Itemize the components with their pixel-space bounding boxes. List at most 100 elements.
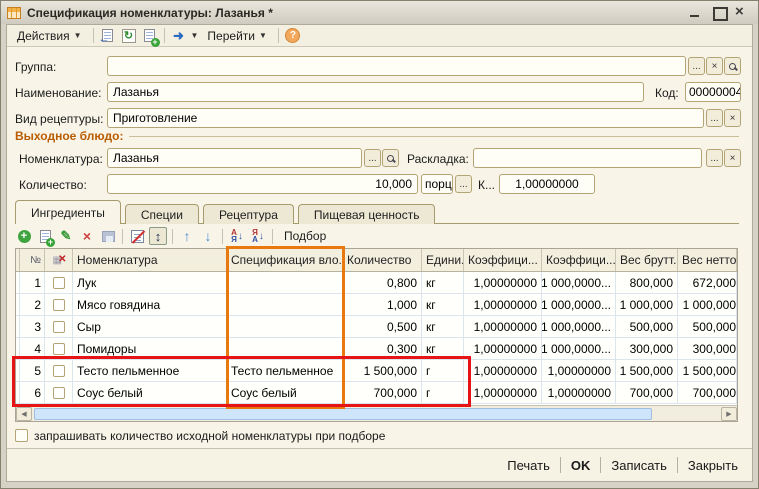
delete-row-icon[interactable]: × (78, 227, 96, 245)
nomenclature-field[interactable]: Лазанья (107, 148, 362, 168)
chevron-down-icon[interactable]: ▼ (191, 31, 199, 40)
coefficient2-cell[interactable]: 1,00000000 (542, 360, 616, 381)
nomenclature-cell[interactable]: Сыр (73, 316, 227, 337)
coefficient-field[interactable]: 1,00000000 (499, 174, 595, 194)
nomenclature-ellipsis-button[interactable]: ... (364, 149, 381, 167)
row-checkbox[interactable] (53, 277, 65, 289)
gross-weight-cell[interactable]: 300,000 (616, 338, 678, 359)
unit-cell[interactable]: кг (422, 338, 464, 359)
header-unit[interactable]: Едини... (422, 249, 464, 271)
group-clear-button[interactable]: × (706, 57, 723, 75)
row-flag-cell[interactable] (45, 360, 73, 381)
table-row[interactable]: 4Помидоры0,300кг1,000000001 000,0000...3… (16, 338, 737, 360)
group-field[interactable] (107, 56, 686, 76)
scroll-left-icon[interactable]: ◀ (16, 407, 32, 421)
maximize-icon[interactable] (712, 7, 725, 18)
table-row[interactable]: 3Сыр0,500кг1,000000001 000,0000...500,00… (16, 316, 737, 338)
row-flag-cell[interactable] (45, 382, 73, 403)
horizontal-scrollbar[interactable]: ◀ ▶ (16, 405, 737, 421)
quantity-cell[interactable]: 0,300 (343, 338, 422, 359)
close-button[interactable]: Закрыть (678, 458, 748, 473)
header-row-number[interactable]: № (20, 249, 45, 271)
unit-cell[interactable]: кг (422, 272, 464, 293)
recipe-type-field[interactable]: Приготовление (107, 108, 704, 128)
goto-link-icon[interactable]: ➜ (170, 27, 188, 45)
table-row[interactable]: 2Мясо говядина1,000кг1,000000001 000,000… (16, 294, 737, 316)
nomenclature-cell[interactable]: Соус белый (73, 382, 227, 403)
tab-Рецептура[interactable]: Рецептура (203, 204, 294, 224)
coefficient1-cell[interactable]: 1,00000000 (464, 360, 542, 381)
table-row[interactable]: 6Соус белыйСоус белый700,000г1,000000001… (16, 382, 737, 404)
coefficient1-cell[interactable]: 1,00000000 (464, 294, 542, 315)
coefficient1-cell[interactable]: 1,00000000 (464, 316, 542, 337)
coefficient2-cell[interactable]: 1 000,0000... (542, 272, 616, 293)
net-weight-cell[interactable]: 300,000 (678, 338, 737, 359)
layout-field[interactable] (473, 148, 702, 168)
quantity-cell[interactable]: 0,800 (343, 272, 422, 293)
coefficient1-cell[interactable]: 1,00000000 (464, 272, 542, 293)
net-weight-cell[interactable]: 500,000 (678, 316, 737, 337)
nomenclature-cell[interactable]: Лук (73, 272, 227, 293)
ok-button[interactable]: OK (561, 458, 601, 473)
table-row[interactable]: 5Тесто пельменноеТесто пельменное1 500,0… (16, 360, 737, 382)
nomenclature-cell[interactable]: Тесто пельменное (73, 360, 227, 381)
unit-cell[interactable]: г (422, 360, 464, 381)
row-flag-cell[interactable] (45, 272, 73, 293)
row-checkbox[interactable] (53, 299, 65, 311)
header-nomenclature[interactable]: Номенклатура (73, 249, 227, 271)
recipe-type-clear-button[interactable]: × (724, 109, 741, 127)
cancel-filter-icon[interactable] (128, 227, 146, 245)
group-search-button[interactable] (724, 57, 741, 75)
pick-button[interactable]: Подбор (278, 227, 332, 245)
close-icon[interactable]: × (735, 7, 748, 18)
row-number-cell[interactable]: 2 (20, 294, 45, 315)
net-weight-cell[interactable]: 1 500,000 (678, 360, 737, 381)
quantity-cell[interactable]: 1,000 (343, 294, 422, 315)
recipe-type-ellipsis-button[interactable]: ... (706, 109, 723, 127)
row-number-cell[interactable]: 3 (20, 316, 45, 337)
row-number-cell[interactable]: 5 (20, 360, 45, 381)
goto-button[interactable]: Перейти▼ (201, 27, 272, 45)
specification-cell[interactable]: Соус белый (227, 382, 343, 403)
tab-Пищевая ценность[interactable]: Пищевая ценность (298, 204, 436, 224)
specification-cell[interactable] (227, 294, 343, 315)
quantity-unit-ellipsis-button[interactable]: ... (455, 175, 472, 193)
gross-weight-cell[interactable]: 700,000 (616, 382, 678, 403)
actions-button[interactable]: Действия▼ (11, 27, 88, 45)
coefficient2-cell[interactable]: 1 000,0000... (542, 338, 616, 359)
view-setup-icon[interactable]: ↕ (149, 227, 167, 245)
unit-cell[interactable]: кг (422, 316, 464, 337)
gross-weight-cell[interactable]: 800,000 (616, 272, 678, 293)
tab-Ингредиенты[interactable]: Ингредиенты (15, 200, 121, 224)
coefficient1-cell[interactable]: 1,00000000 (464, 338, 542, 359)
copy-row-icon[interactable]: + (36, 227, 54, 245)
scrollbar-thumb[interactable] (34, 408, 652, 420)
quantity-unit-field[interactable]: порц (421, 174, 453, 194)
unit-cell[interactable]: кг (422, 294, 464, 315)
copy-document-icon[interactable]: + (141, 27, 159, 45)
row-checkbox[interactable] (53, 321, 65, 333)
row-flag-cell[interactable] (45, 338, 73, 359)
table-row[interactable]: 1Лук0,800кг1,000000001 000,0000...800,00… (16, 272, 737, 294)
save-button[interactable]: Записать (601, 458, 677, 473)
header-gross-weight[interactable]: Вес брутт... (616, 249, 678, 271)
unit-cell[interactable]: г (422, 382, 464, 403)
tab-Специи[interactable]: Специи (125, 204, 199, 224)
move-down-icon[interactable]: ↓ (199, 227, 217, 245)
row-flag-cell[interactable] (45, 294, 73, 315)
minimize-icon[interactable] (689, 7, 702, 18)
save-document-icon[interactable]: ← (99, 27, 117, 45)
row-number-cell[interactable]: 6 (20, 382, 45, 403)
layout-ellipsis-button[interactable]: ... (706, 149, 723, 167)
edit-row-icon[interactable]: ✎ (57, 227, 75, 245)
gross-weight-cell[interactable]: 1 000,000 (616, 294, 678, 315)
refresh-icon[interactable]: ↻ (120, 27, 138, 45)
quantity-cell[interactable]: 700,000 (343, 382, 422, 403)
row-checkbox[interactable] (53, 387, 65, 399)
code-field[interactable]: 000000041 (685, 82, 741, 102)
print-button[interactable]: Печать (497, 458, 560, 473)
gross-weight-cell[interactable]: 1 500,000 (616, 360, 678, 381)
scroll-right-icon[interactable]: ▶ (721, 407, 737, 421)
header-coefficient-1[interactable]: Коэффици... (464, 249, 542, 271)
sort-descending-icon[interactable]: ЯА↓ (249, 227, 267, 245)
